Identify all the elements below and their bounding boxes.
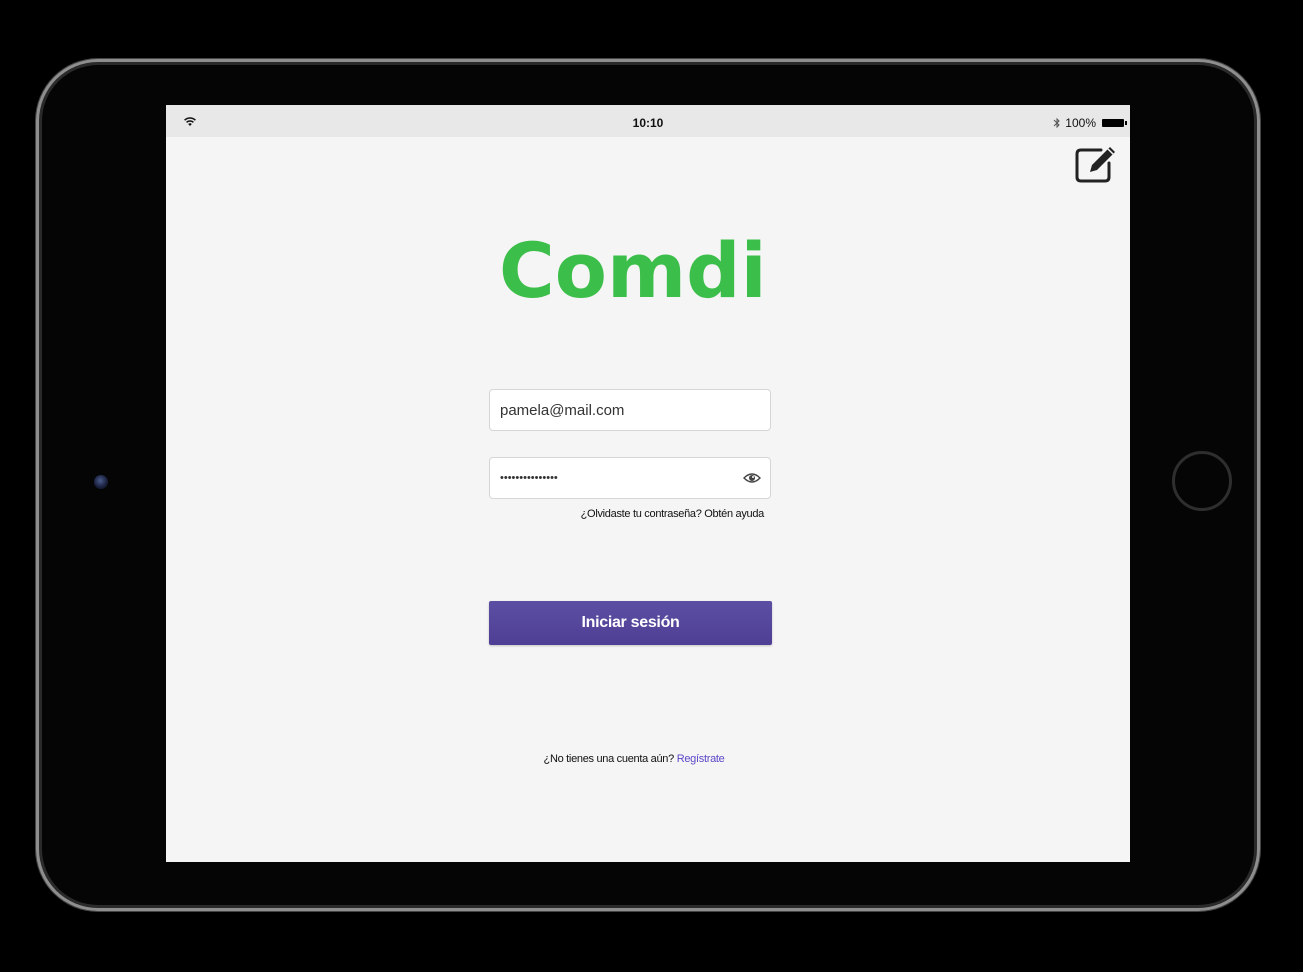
forgot-password-link[interactable]: ¿Olvidaste tu contraseña? Obtén ayuda (581, 508, 765, 520)
status-time: 10:10 (632, 116, 664, 130)
email-field-container (489, 389, 771, 431)
edit-icon[interactable] (1075, 145, 1117, 183)
password-field[interactable] (490, 458, 730, 498)
signup-prompt: ¿No tienes una cuenta aún? (543, 753, 675, 765)
eye-icon[interactable] (743, 471, 761, 485)
logo-text: Comdi (499, 226, 763, 313)
status-right: 100% (1053, 116, 1127, 130)
status-bar: 10:10 100% (166, 105, 1130, 137)
bluetooth-icon (1053, 117, 1061, 129)
login-button[interactable]: Iniciar sesión (489, 601, 772, 645)
app-screen: 10:10 100% Comdi ¿Olvidaste tu contraseñ… (166, 105, 1130, 862)
signup-row: ¿No tienes una cuenta aún? Regístrate (166, 753, 1102, 765)
battery-percentage: 100% (1065, 116, 1096, 130)
battery-icon (1102, 119, 1127, 127)
email-field[interactable] (490, 390, 730, 430)
home-button[interactable] (1172, 451, 1232, 511)
signup-link[interactable]: Regístrate (677, 753, 725, 765)
password-field-container (489, 457, 771, 499)
forgot-password-row: ¿Olvidaste tu contraseña? Obtén ayuda (489, 508, 765, 520)
comdi-logo: Comdi (499, 226, 763, 313)
front-camera (94, 475, 108, 489)
